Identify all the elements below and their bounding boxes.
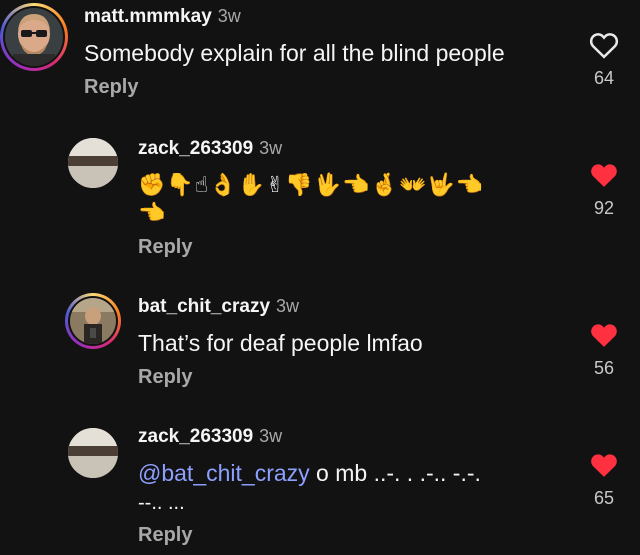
username-label[interactable]: zack_263309 bbox=[138, 138, 253, 159]
avatar[interactable] bbox=[68, 428, 118, 478]
comment-username[interactable]: matt.mmmkay 3w bbox=[84, 6, 241, 28]
reply-button[interactable]: Reply bbox=[138, 236, 192, 259]
comment-text: Somebody explain for all the blind peopl… bbox=[84, 40, 505, 66]
reply-button[interactable]: Reply bbox=[84, 76, 138, 99]
mention-link[interactable]: @bat_chit_crazy bbox=[138, 460, 310, 486]
comment-item: bat_chit_crazy 3w That’s for deaf people … bbox=[0, 290, 640, 400]
avatar[interactable] bbox=[68, 138, 118, 188]
comment-text-continued: 👈 bbox=[138, 200, 167, 225]
avatar-story-ring[interactable] bbox=[65, 293, 121, 349]
heart-outline-icon[interactable] bbox=[589, 31, 619, 59]
comment-time: 3w bbox=[259, 426, 283, 446]
comment-text: ✊👇☝👌✋✌👎🖖👈🤞👐🤟👈 bbox=[138, 172, 485, 197]
avatar bbox=[5, 8, 63, 66]
heart-filled-icon[interactable] bbox=[589, 321, 619, 349]
comment-text-body: o mb ..-. . .-.. -.-. bbox=[309, 460, 481, 486]
comment-time: 3w bbox=[276, 296, 300, 316]
heart-filled-icon[interactable] bbox=[589, 161, 619, 189]
comment-username[interactable]: zack_263309 3w bbox=[138, 426, 282, 448]
comment-text: @bat_chit_crazy o mb ..-. . .-.. -.-. bbox=[138, 460, 481, 487]
reply-button[interactable]: Reply bbox=[138, 524, 192, 547]
comment-item: zack_263309 3w ✊👇☝👌✋✌👎🖖👈🤞👐🤟👈 👈 Reply 92 bbox=[0, 130, 640, 270]
username-label[interactable]: zack_263309 bbox=[138, 426, 253, 447]
avatar-story-ring[interactable] bbox=[0, 3, 68, 71]
like-count: 56 bbox=[593, 358, 615, 378]
comment-username[interactable]: bat_chit_crazy 3w bbox=[138, 296, 299, 318]
comment-text-continued: --.. ... bbox=[138, 492, 185, 514]
username-label[interactable]: matt.mmmkay bbox=[84, 6, 212, 27]
comment-username[interactable]: zack_263309 3w bbox=[138, 138, 282, 160]
username-label[interactable]: bat_chit_crazy bbox=[138, 296, 270, 317]
like-count: 65 bbox=[593, 488, 615, 508]
reply-button[interactable]: Reply bbox=[138, 366, 192, 389]
comment-time: 3w bbox=[259, 138, 283, 158]
like-count: 64 bbox=[593, 68, 615, 88]
heart-filled-icon[interactable] bbox=[589, 451, 619, 479]
comment-text: That’s for deaf people lmfao bbox=[138, 330, 423, 356]
comment-item: matt.mmmkay 3w Somebody explain for all t… bbox=[0, 0, 640, 110]
comment-item: zack_263309 3w @bat_chit_crazy o mb ..-. … bbox=[0, 420, 640, 555]
avatar bbox=[70, 298, 116, 344]
like-count: 92 bbox=[593, 198, 615, 218]
comment-time: 3w bbox=[217, 6, 241, 26]
